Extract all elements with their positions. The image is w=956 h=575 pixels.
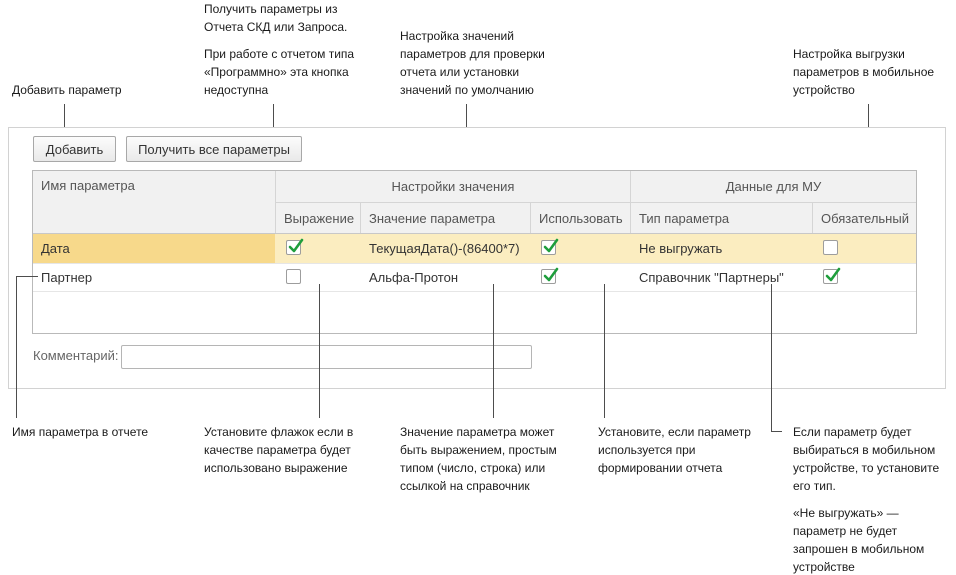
expression-checkbox[interactable] xyxy=(286,238,304,255)
header-required[interactable]: Обязательный xyxy=(813,203,916,233)
use-checkbox[interactable] xyxy=(541,238,559,255)
annotation-add-parameter: Добавить параметр xyxy=(12,83,122,97)
leader-line-get-params xyxy=(273,104,274,129)
header-use[interactable]: Использовать xyxy=(531,203,630,233)
required-checkbox[interactable] xyxy=(823,240,838,255)
leader-line-mobile-type-tick xyxy=(771,431,782,432)
grid-line xyxy=(276,202,916,203)
leader-line-mobile-type xyxy=(771,284,772,431)
leader-line-param-name-tick xyxy=(16,276,38,277)
leader-line-add xyxy=(64,104,65,129)
header-expression[interactable]: Выражение xyxy=(276,203,360,233)
leader-line-expression xyxy=(319,284,320,418)
grid-line xyxy=(630,171,631,233)
expression-checkbox[interactable] xyxy=(286,269,301,284)
grid-line xyxy=(33,291,916,292)
leader-line-use xyxy=(604,284,605,418)
table-row-value[interactable]: ТекущаяДата()-(86400*7) xyxy=(361,233,530,263)
annotation-value-settings: Настройка значений параметров для провер… xyxy=(400,29,545,97)
annotation-mobile-export: Настройка выгрузки параметров в мобильно… xyxy=(793,47,935,97)
check-mark-icon xyxy=(543,238,559,253)
header-parameter-value[interactable]: Значение параметра xyxy=(361,203,530,233)
header-value-settings: Настройки значения xyxy=(276,171,630,202)
check-mark-icon xyxy=(288,238,304,253)
header-parameter-type[interactable]: Тип параметра xyxy=(631,203,812,233)
get-all-parameters-button[interactable]: Получить все параметры xyxy=(126,136,302,162)
use-checkbox[interactable] xyxy=(541,267,559,284)
table-row-name[interactable]: Дата xyxy=(33,233,275,263)
annotation-mobile-type: Если параметр будет выбираться в мобильн… xyxy=(793,425,940,574)
comment-input[interactable] xyxy=(121,345,532,369)
header-parameter-name[interactable]: Имя параметра xyxy=(33,171,275,233)
annotation-get-parameters: Получить параметры из Отчета СКД или Зап… xyxy=(204,2,355,97)
check-mark-icon xyxy=(825,267,841,282)
table-row-type[interactable]: Не выгружать xyxy=(631,233,812,263)
annotation-parameter-value: Значение параметра может быть выражением… xyxy=(400,425,557,493)
annotation-use-flag: Установите, если параметр используется п… xyxy=(598,425,751,475)
grid-line xyxy=(812,202,813,233)
check-mark-icon xyxy=(543,267,559,282)
required-checkbox[interactable] xyxy=(823,267,841,284)
table-row-type[interactable]: Справочник "Партнеры" xyxy=(631,263,812,291)
grid-line xyxy=(360,202,361,233)
grid-line xyxy=(530,202,531,233)
annotation-parameter-name: Имя параметра в отчете xyxy=(12,425,149,439)
table-row-value[interactable]: Альфа-Протон xyxy=(361,263,530,291)
table-row-name[interactable]: Партнер xyxy=(33,263,275,291)
grid-line xyxy=(275,171,276,233)
add-button[interactable]: Добавить xyxy=(33,136,116,162)
leader-line-value xyxy=(493,284,494,418)
leader-line-param-name xyxy=(16,276,17,418)
header-mobile-data: Данные для МУ xyxy=(631,171,916,202)
parameters-table: Имя параметра Настройки значения Данные … xyxy=(32,170,917,334)
comment-label: Комментарий: xyxy=(33,348,119,363)
annotation-expression-flag: Установите флажок если в качестве параме… xyxy=(204,425,354,475)
